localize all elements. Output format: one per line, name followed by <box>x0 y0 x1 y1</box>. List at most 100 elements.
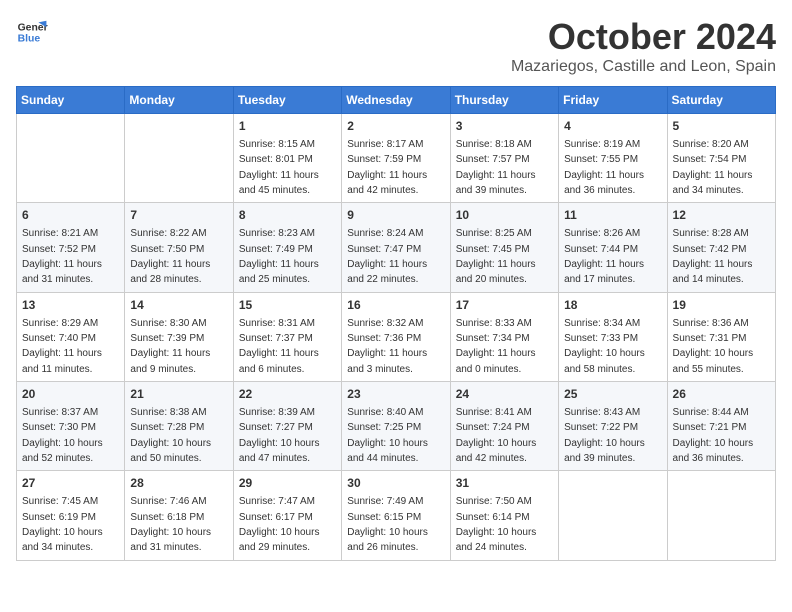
day-cell: 7Sunrise: 8:22 AMSunset: 7:50 PMDaylight… <box>125 203 233 292</box>
location-title: Mazariegos, Castille and Leon, Spain <box>511 58 776 76</box>
day-cell: 25 Sunrise: 8:43 AMSunset: 7:22 PMDayligh… <box>559 382 667 471</box>
header-day-thursday: Thursday <box>450 87 558 114</box>
day-cell: 13 Sunrise: 8:29 AMSunset: 7:40 PMDayligh… <box>17 292 125 381</box>
day-cell <box>559 471 667 560</box>
day-cell: 1Sunrise: 8:15 AMSunset: 8:01 PMDaylight… <box>233 114 341 203</box>
day-cell: 21Sunrise: 8:38 AMSunset: 7:28 PMDayligh… <box>125 382 233 471</box>
day-cell: 8 Sunrise: 8:23 AMSunset: 7:49 PMDaylight… <box>233 203 341 292</box>
day-number: 29 <box>239 475 336 492</box>
day-number: 13 <box>22 297 119 314</box>
day-info: Sunrise: 8:15 AMSunset: 8:01 PMDaylight:… <box>239 139 319 196</box>
header-day-friday: Friday <box>559 87 667 114</box>
day-number: 26 <box>673 386 770 403</box>
calendar-table: SundayMondayTuesdayWednesdayThursdayFrid… <box>16 86 776 561</box>
day-info: Sunrise: 7:46 AMSunset: 6:18 PMDaylight:… <box>130 496 211 553</box>
day-info: Sunrise: 8:44 AMSunset: 7:21 PMDaylight:… <box>673 407 754 464</box>
month-title: October 2024 <box>511 16 776 58</box>
header-row: SundayMondayTuesdayWednesdayThursdayFrid… <box>17 87 776 114</box>
day-cell <box>17 114 125 203</box>
calendar-header: SundayMondayTuesdayWednesdayThursdayFrid… <box>17 87 776 114</box>
day-cell: 29Sunrise: 7:47 AMSunset: 6:17 PMDayligh… <box>233 471 341 560</box>
header-day-tuesday: Tuesday <box>233 87 341 114</box>
day-number: 8 <box>239 207 336 224</box>
day-cell: 12Sunrise: 8:28 AMSunset: 7:42 PMDayligh… <box>667 203 775 292</box>
day-cell: 3 Sunrise: 8:18 AMSunset: 7:57 PMDaylight… <box>450 114 558 203</box>
day-info: Sunrise: 8:37 AMSunset: 7:30 PMDaylight:… <box>22 407 103 464</box>
day-cell: 16 Sunrise: 8:32 AMSunset: 7:36 PMDayligh… <box>342 292 450 381</box>
day-info: Sunrise: 8:25 AMSunset: 7:45 PMDaylight:… <box>456 228 536 285</box>
header-day-sunday: Sunday <box>17 87 125 114</box>
day-number: 21 <box>130 386 227 403</box>
day-number: 14 <box>130 297 227 314</box>
day-info: Sunrise: 8:21 AMSunset: 7:52 PMDaylight:… <box>22 228 102 285</box>
day-number: 18 <box>564 297 661 314</box>
day-info: Sunrise: 8:18 AMSunset: 7:57 PMDaylight:… <box>456 139 536 196</box>
day-number: 31 <box>456 475 553 492</box>
day-cell: 6 Sunrise: 8:21 AMSunset: 7:52 PMDaylight… <box>17 203 125 292</box>
day-number: 28 <box>130 475 227 492</box>
day-info: Sunrise: 8:40 AMSunset: 7:25 PMDaylight:… <box>347 407 428 464</box>
day-number: 23 <box>347 386 444 403</box>
day-cell: 5 Sunrise: 8:20 AMSunset: 7:54 PMDaylight… <box>667 114 775 203</box>
day-number: 7 <box>130 207 227 224</box>
day-cell: 22Sunrise: 8:39 AMSunset: 7:27 PMDayligh… <box>233 382 341 471</box>
day-info: Sunrise: 8:29 AMSunset: 7:40 PMDaylight:… <box>22 318 102 375</box>
day-cell: 27Sunrise: 7:45 AMSunset: 6:19 PMDayligh… <box>17 471 125 560</box>
header-day-monday: Monday <box>125 87 233 114</box>
day-cell: 2Sunrise: 8:17 AMSunset: 7:59 PMDaylight… <box>342 114 450 203</box>
day-info: Sunrise: 8:23 AMSunset: 7:49 PMDaylight:… <box>239 228 319 285</box>
day-number: 3 <box>456 118 553 135</box>
day-info: Sunrise: 8:39 AMSunset: 7:27 PMDaylight:… <box>239 407 320 464</box>
day-cell: 15 Sunrise: 8:31 AMSunset: 7:37 PMDayligh… <box>233 292 341 381</box>
day-cell: 14 Sunrise: 8:30 AMSunset: 7:39 PMDayligh… <box>125 292 233 381</box>
logo: General Blue <box>16 16 48 48</box>
day-number: 12 <box>673 207 770 224</box>
day-number: 20 <box>22 386 119 403</box>
day-info: Sunrise: 8:41 AMSunset: 7:24 PMDaylight:… <box>456 407 537 464</box>
page-header: General Blue October 2024 Mazariegos, Ca… <box>16 16 776 76</box>
day-cell: 19Sunrise: 8:36 AMSunset: 7:31 PMDayligh… <box>667 292 775 381</box>
day-cell: 11Sunrise: 8:26 AMSunset: 7:44 PMDayligh… <box>559 203 667 292</box>
logo-icon: General Blue <box>16 16 48 48</box>
day-number: 6 <box>22 207 119 224</box>
svg-text:Blue: Blue <box>18 34 41 45</box>
day-cell: 4 Sunrise: 8:19 AMSunset: 7:55 PMDaylight… <box>559 114 667 203</box>
day-cell <box>667 471 775 560</box>
day-info: Sunrise: 8:30 AMSunset: 7:39 PMDaylight:… <box>130 318 210 375</box>
day-number: 17 <box>456 297 553 314</box>
day-info: Sunrise: 8:31 AMSunset: 7:37 PMDaylight:… <box>239 318 319 375</box>
day-info: Sunrise: 8:20 AMSunset: 7:54 PMDaylight:… <box>673 139 753 196</box>
day-info: Sunrise: 8:32 AMSunset: 7:36 PMDaylight:… <box>347 318 427 375</box>
day-cell: 9 Sunrise: 8:24 AMSunset: 7:47 PMDaylight… <box>342 203 450 292</box>
week-row-2: 13 Sunrise: 8:29 AMSunset: 7:40 PMDayligh… <box>17 292 776 381</box>
day-number: 4 <box>564 118 661 135</box>
day-number: 24 <box>456 386 553 403</box>
day-number: 9 <box>347 207 444 224</box>
header-day-wednesday: Wednesday <box>342 87 450 114</box>
day-number: 27 <box>22 475 119 492</box>
day-info: Sunrise: 8:33 AMSunset: 7:34 PMDaylight:… <box>456 318 536 375</box>
day-number: 19 <box>673 297 770 314</box>
title-section: October 2024 Mazariegos, Castille and Le… <box>511 16 776 76</box>
day-info: Sunrise: 7:50 AMSunset: 6:14 PMDaylight:… <box>456 496 537 553</box>
day-info: Sunrise: 8:24 AMSunset: 7:47 PMDaylight:… <box>347 228 427 285</box>
day-number: 30 <box>347 475 444 492</box>
day-info: Sunrise: 8:43 AMSunset: 7:22 PMDaylight:… <box>564 407 645 464</box>
week-row-1: 6 Sunrise: 8:21 AMSunset: 7:52 PMDaylight… <box>17 203 776 292</box>
day-info: Sunrise: 8:19 AMSunset: 7:55 PMDaylight:… <box>564 139 644 196</box>
day-number: 15 <box>239 297 336 314</box>
day-cell: 10Sunrise: 8:25 AMSunset: 7:45 PMDayligh… <box>450 203 558 292</box>
day-number: 16 <box>347 297 444 314</box>
day-number: 11 <box>564 207 661 224</box>
day-cell: 17 Sunrise: 8:33 AMSunset: 7:34 PMDayligh… <box>450 292 558 381</box>
day-number: 25 <box>564 386 661 403</box>
day-cell: 24 Sunrise: 8:41 AMSunset: 7:24 PMDayligh… <box>450 382 558 471</box>
day-cell: 26 Sunrise: 8:44 AMSunset: 7:21 PMDayligh… <box>667 382 775 471</box>
week-row-0: 1Sunrise: 8:15 AMSunset: 8:01 PMDaylight… <box>17 114 776 203</box>
week-row-3: 20 Sunrise: 8:37 AMSunset: 7:30 PMDayligh… <box>17 382 776 471</box>
day-info: Sunrise: 8:17 AMSunset: 7:59 PMDaylight:… <box>347 139 427 196</box>
day-info: Sunrise: 8:34 AMSunset: 7:33 PMDaylight:… <box>564 318 645 375</box>
day-number: 5 <box>673 118 770 135</box>
day-cell: 20 Sunrise: 8:37 AMSunset: 7:30 PMDayligh… <box>17 382 125 471</box>
day-cell: 31 Sunrise: 7:50 AMSunset: 6:14 PMDayligh… <box>450 471 558 560</box>
